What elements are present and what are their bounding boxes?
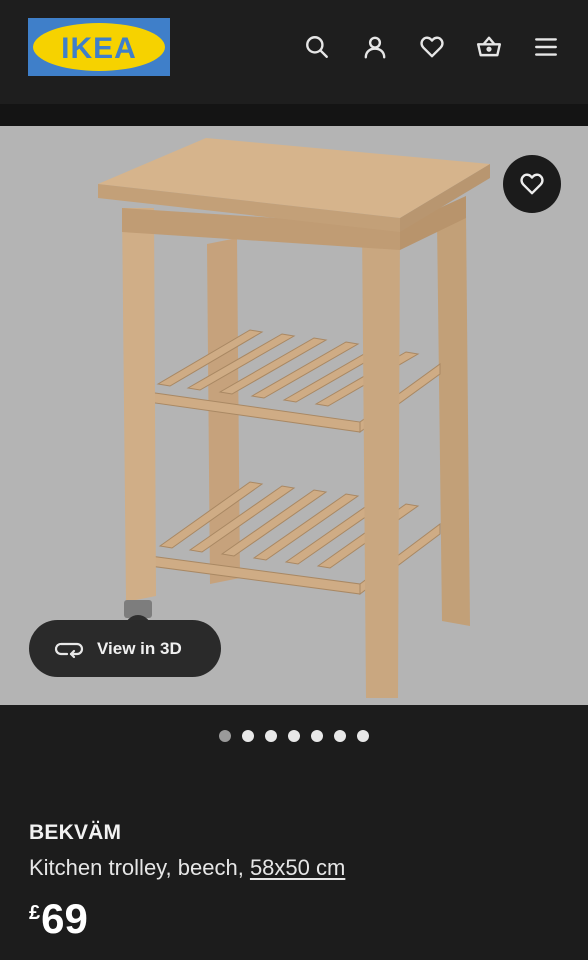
basket-icon[interactable] xyxy=(474,32,504,62)
product-description: Kitchen trolley, beech, 58x50 cm xyxy=(29,855,345,881)
product-type: Kitchen trolley, beech, xyxy=(29,855,250,880)
account-icon[interactable] xyxy=(360,32,390,62)
top-header: IKEA xyxy=(0,0,588,104)
gallery-dot[interactable] xyxy=(288,730,300,742)
heart-icon[interactable] xyxy=(417,32,447,62)
gallery-dot[interactable] xyxy=(219,730,231,742)
menu-icon[interactable] xyxy=(531,32,561,62)
view-in-3d-button[interactable]: View in 3D xyxy=(29,620,221,677)
rotate-3d-icon xyxy=(54,642,84,658)
product-image-gallery[interactable] xyxy=(0,126,588,705)
gallery-dot[interactable] xyxy=(242,730,254,742)
view-in-3d-label: View in 3D xyxy=(97,638,182,658)
gallery-dot[interactable] xyxy=(357,730,369,742)
kitchen-trolley-image xyxy=(98,138,490,698)
gallery-pagination xyxy=(0,730,588,744)
search-icon[interactable] xyxy=(302,32,332,62)
price-amount: 69 xyxy=(41,895,88,942)
price-currency: £ xyxy=(29,902,41,924)
product-size-link[interactable]: 58x50 cm xyxy=(250,855,345,880)
gallery-dot[interactable] xyxy=(311,730,323,742)
save-to-favourites-button[interactable] xyxy=(503,155,561,213)
logo-text: IKEA xyxy=(61,32,137,65)
product-price: £ 69 xyxy=(29,896,88,942)
header-divider xyxy=(0,104,588,126)
gallery-dot[interactable] xyxy=(265,730,277,742)
gallery-dot[interactable] xyxy=(334,730,346,742)
heart-icon xyxy=(520,173,544,195)
ikea-logo[interactable]: IKEA xyxy=(28,18,170,76)
product-name: BEKVÄM xyxy=(29,821,122,844)
